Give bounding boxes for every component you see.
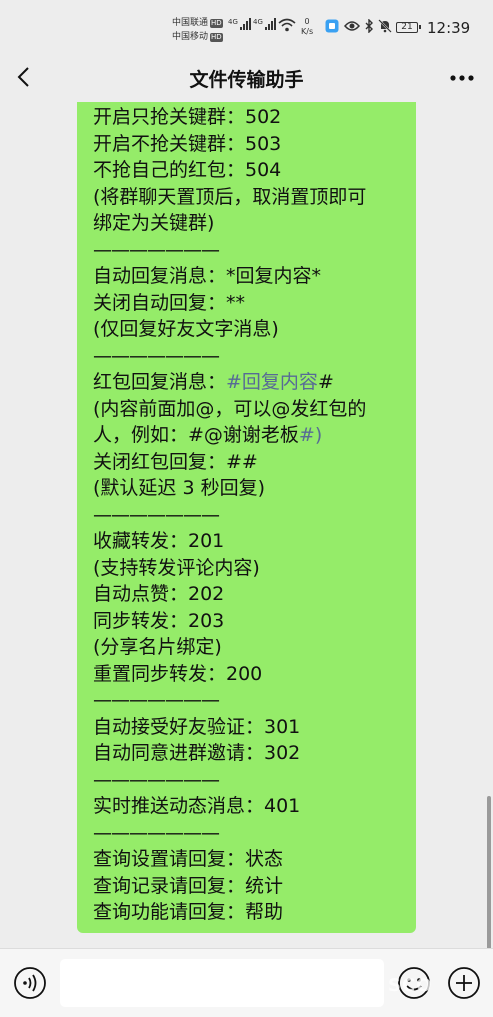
watermark: SCO — [388, 975, 433, 996]
signal-icon: 4G — [228, 18, 251, 30]
app-notification-icon — [325, 19, 339, 33]
voice-button[interactable] — [13, 966, 47, 1000]
hd-badge: HD — [210, 32, 223, 42]
signal-icon: 4G — [253, 18, 276, 30]
message-separator: ——————— — [93, 689, 220, 711]
message-line: 查询设置请回复：状态 — [93, 848, 284, 870]
message-line: 重置同步转发：200 — [93, 662, 263, 685]
message-separator: ——————— — [93, 344, 220, 367]
message-line: 开启只抢关键群：502 — [93, 106, 282, 128]
message-line: (仅回复好友文字消息) — [93, 318, 279, 340]
message-list[interactable]: 开启只抢关键群：502 开启不抢关键群：503 不抢自己的红包：504 (将群聊天置顶… — [0, 102, 493, 948]
hd-badge: HD — [210, 18, 223, 28]
chat-title: 文件传输助手 — [189, 69, 304, 91]
message-bubble[interactable]: 开启只抢关键群：502 开启不抢关键群：503 不抢自己的红包：504 (将群聊天置顶… — [77, 102, 416, 933]
battery-level: 21 — [401, 22, 413, 32]
chat-header: 文件传输助手 — [0, 52, 493, 102]
bluetooth-icon — [365, 19, 373, 33]
message-line: 自动点赞：202 — [93, 583, 225, 605]
status-bar: 中国联通 HD 中国移动 HD 4G 4G 0 K/s 21 12:39 — [0, 0, 493, 52]
more-button[interactable] — [449, 74, 475, 82]
plus-button[interactable] — [447, 966, 481, 1000]
message-line: 自动接受好友验证：301 — [93, 715, 301, 738]
mute-icon — [378, 19, 392, 33]
battery-icon: 21 — [396, 22, 421, 33]
scrollbar[interactable] — [487, 796, 491, 948]
message-line-text: 人，例如：#@谢谢老板 — [93, 424, 299, 446]
message-line: (默认延迟 3 秒回复) — [93, 477, 265, 499]
message-separator: ——————— — [93, 238, 220, 261]
message-line: 查询功能请回复：帮助 — [93, 901, 284, 923]
message-line: (支持转发评论内容) — [93, 556, 260, 579]
message-line: 收藏转发：201 — [93, 530, 225, 552]
message-line: 查询记录请回复：统计 — [93, 874, 284, 897]
message-input[interactable] — [60, 959, 384, 1007]
message-line: 自动回复消息：*回复内容* — [93, 265, 322, 287]
voice-icon — [14, 967, 46, 999]
message-separator: ——————— — [93, 503, 220, 526]
message-line: (分享名片绑定) — [93, 636, 222, 658]
message-line: 人，例如：#@谢谢老板#) — [93, 422, 406, 449]
plus-icon — [448, 967, 480, 999]
message-separator: ——————— — [93, 821, 220, 844]
message-line: 开启不抢关键群：503 — [93, 132, 282, 155]
net-speed: 0 K/s — [301, 17, 314, 36]
message-line: 关闭自动回复：** — [93, 291, 246, 314]
carrier-info: 中国联通 HD 中国移动 HD — [172, 16, 223, 44]
eye-icon — [344, 21, 360, 31]
message-line: (内容前面加@，可以@发红包的 — [93, 397, 367, 420]
wechat-chat-screen: 中国联通 HD 中国移动 HD 4G 4G 0 K/s 21 12:39 文件传… — [0, 0, 493, 1017]
message-hashtag-link[interactable]: #) — [299, 424, 322, 446]
message-line: 自动同意进群邀请：302 — [93, 742, 301, 764]
message-line: 绑定为关键群) — [93, 212, 215, 234]
message-line-tail: # — [317, 371, 334, 393]
message-line: 实时推送动态消息：401 — [93, 795, 301, 817]
message-separator: ——————— — [93, 768, 220, 791]
message-line: 不抢自己的红包：504 — [93, 159, 282, 181]
message-line: 红包回复消息：#回复内容# — [93, 369, 406, 396]
message-hashtag-link[interactable]: #回复内容 — [226, 371, 318, 393]
message-line: (将群聊天置顶后，取消置顶即可 — [93, 185, 367, 208]
message-line-text: 红包回复消息： — [93, 371, 227, 393]
message-line: 同步转发：203 — [93, 609, 225, 632]
message-line: 关闭红包回复：## — [93, 450, 258, 473]
clock: 12:39 — [427, 19, 471, 37]
wifi-icon — [278, 18, 296, 32]
carrier-1: 中国联通 — [172, 18, 209, 28]
more-dots-icon — [450, 75, 474, 81]
carrier-2: 中国移动 — [172, 32, 209, 42]
